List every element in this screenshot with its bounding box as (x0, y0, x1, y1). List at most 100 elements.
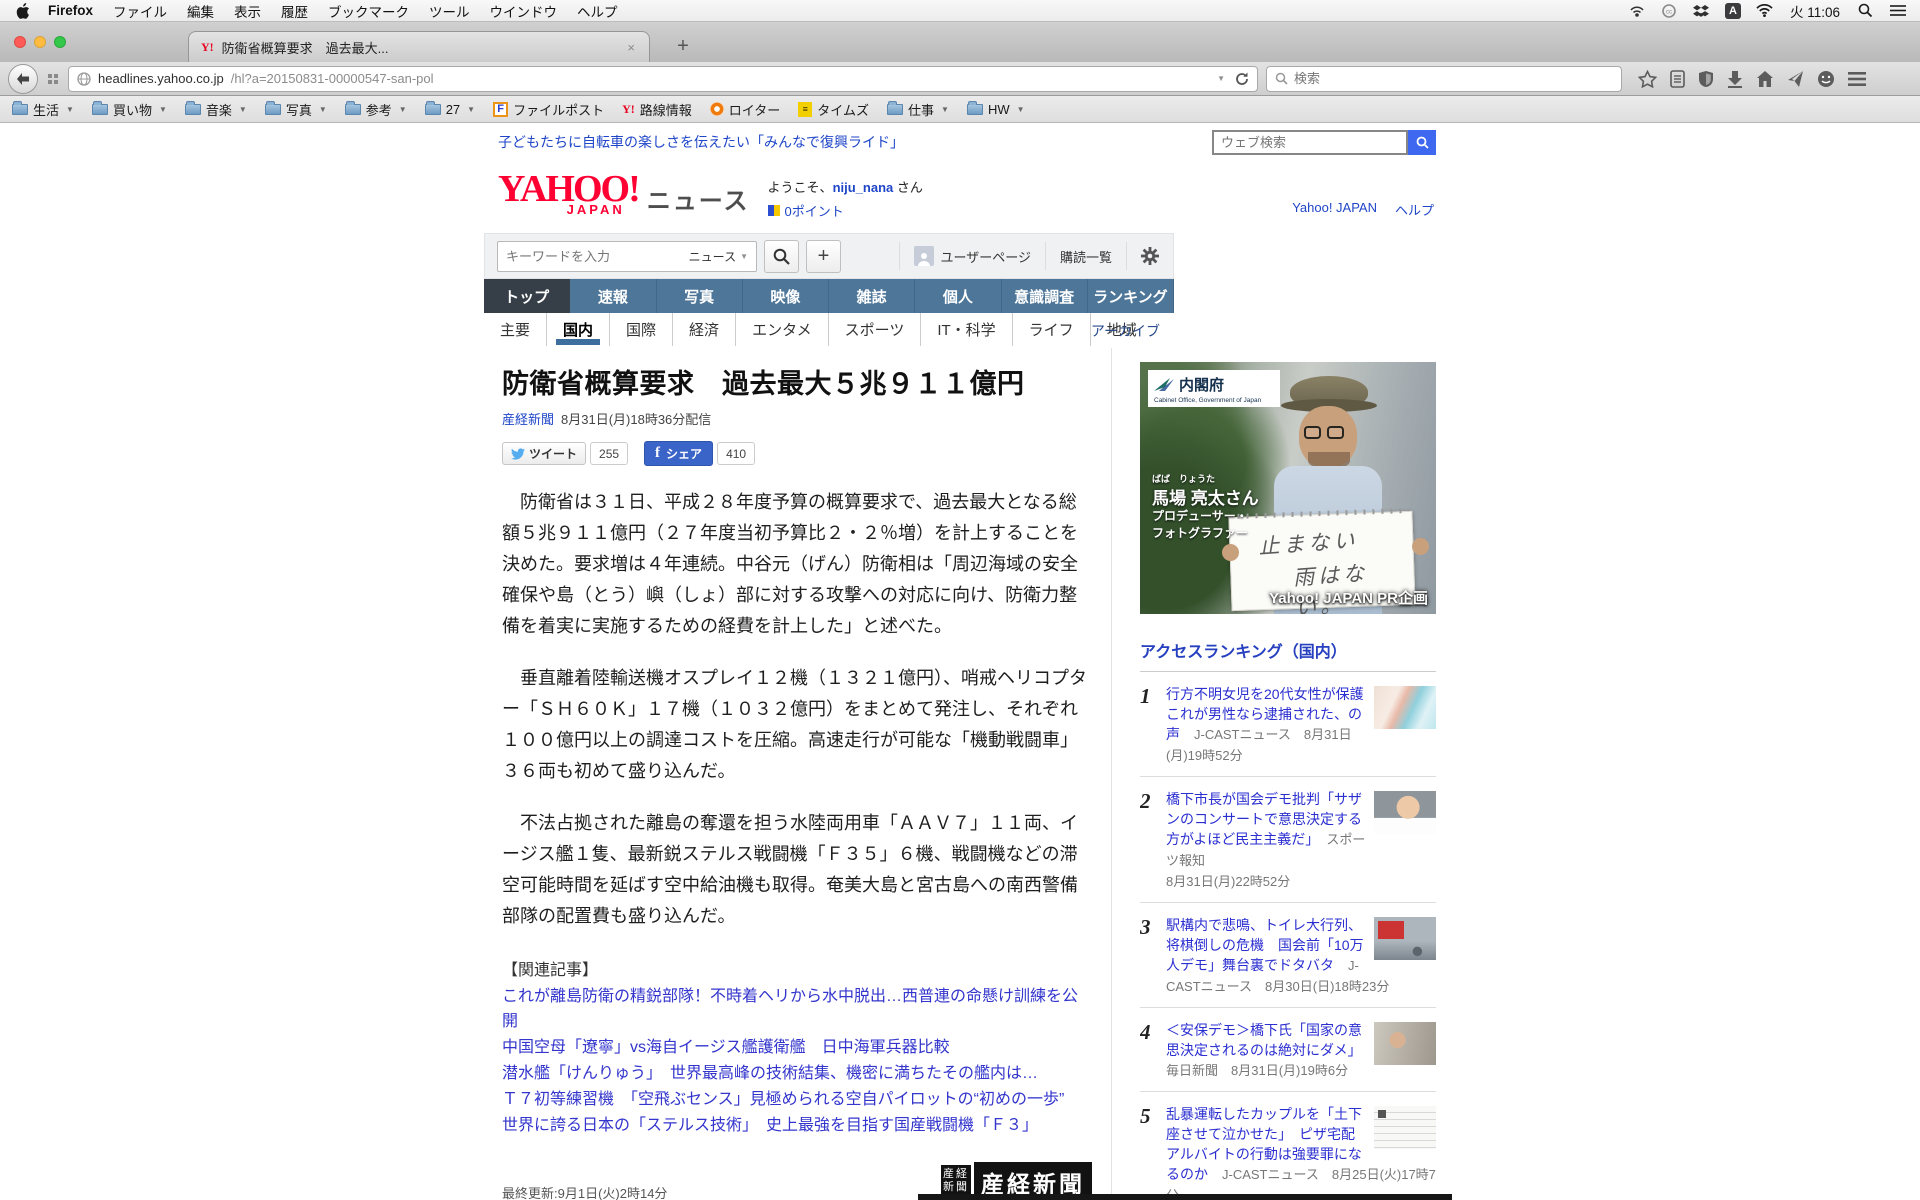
bookmark-times[interactable]: ≡タイムズ (798, 100, 869, 119)
bookmark-filepost[interactable]: Fファイルポスト (493, 100, 604, 119)
dropbox-icon[interactable] (1693, 3, 1710, 19)
reading-list-icon[interactable] (1670, 70, 1685, 88)
help-link[interactable]: ヘルプ (1395, 200, 1434, 219)
share-count[interactable]: 410 (717, 442, 755, 465)
url-dropdown-icon[interactable]: ▼ (1217, 74, 1225, 83)
home-icon[interactable] (1756, 70, 1774, 88)
tab-groups-icon[interactable] (48, 74, 58, 84)
new-tab-button[interactable]: + (668, 33, 698, 59)
yahoo-japan-link[interactable]: Yahoo! JAPAN (1292, 200, 1377, 219)
close-window-button[interactable] (14, 36, 26, 48)
bookmark-rosen-joho[interactable]: Y!路線情報 (622, 100, 692, 119)
user-page-button[interactable]: ユーザーページ (899, 242, 1045, 270)
tab-eizo[interactable]: 映像 (743, 279, 829, 313)
tweet-count[interactable]: 255 (590, 442, 628, 465)
source-link[interactable]: 産経新聞 (502, 412, 554, 427)
bookmark-folder-sanko[interactable]: 参考▼ (345, 100, 407, 119)
bookmark-folder-hw[interactable]: HW▼ (967, 102, 1025, 117)
username-link[interactable]: niju_nana (833, 180, 894, 195)
creative-cloud-icon[interactable]: cc (1661, 3, 1678, 19)
related-link[interactable]: Ｔ７初等練習機 「空飛ぶセンス」見極められる空自パイロットの“初めの一歩” (502, 1087, 1092, 1112)
subnav-entame[interactable]: エンタメ (736, 313, 829, 346)
shield-icon[interactable] (1698, 70, 1714, 88)
add-keyword-button[interactable]: + (806, 240, 841, 273)
notification-center-icon[interactable] (1889, 3, 1906, 19)
settings-button[interactable] (1126, 242, 1173, 270)
web-search-input[interactable] (1212, 130, 1408, 155)
downloads-icon[interactable] (1727, 70, 1743, 88)
menu-window[interactable]: ウインドウ (480, 1, 568, 21)
bookmark-folder-shashin[interactable]: 写真▼ (265, 100, 327, 119)
menu-edit[interactable]: 編集 (177, 1, 224, 21)
menu-file[interactable]: ファイル (103, 1, 177, 21)
bookmark-reuters[interactable]: ロイター (710, 100, 780, 119)
menu-bookmarks[interactable]: ブックマーク (318, 1, 419, 21)
news-search-button[interactable] (764, 240, 799, 273)
cabinet-office-ad[interactable]: 止まない 雨はない。 内閣府 Cabinet Office, Governmen… (1140, 362, 1436, 614)
zoom-window-button[interactable] (54, 36, 66, 48)
related-link[interactable]: 世界に誇る日本の「ステルス技術」 史上最強を目指す国産戦闘機「Ｆ３」 (502, 1113, 1092, 1138)
archive-link[interactable]: アーカイブ (1091, 321, 1160, 341)
subnav-life[interactable]: ライフ (1013, 313, 1091, 346)
tab-zasshi[interactable]: 雑誌 (829, 279, 915, 313)
menubar-clock[interactable]: 火 11:06 (1788, 1, 1842, 21)
tab-close-icon[interactable]: × (625, 40, 637, 55)
thumbnail-image[interactable] (1374, 791, 1436, 834)
tab-kojin[interactable]: 個人 (915, 279, 1001, 313)
subnav-sports[interactable]: スポーツ (829, 313, 922, 346)
hotspot-icon[interactable] (1629, 3, 1646, 19)
tab-ranking[interactable]: ランキング (1088, 279, 1174, 313)
input-method-icon[interactable]: A (1725, 3, 1741, 19)
tab-ishikichosa[interactable]: 意識調査 (1002, 279, 1088, 313)
facebook-share-button[interactable]: f シェア (644, 441, 713, 466)
menu-tools[interactable]: ツール (419, 1, 480, 21)
spotlight-icon[interactable] (1857, 3, 1874, 19)
browser-tab[interactable]: Y! 防衛省概算要求 過去最大... × (188, 31, 650, 62)
tab-top[interactable]: トップ (484, 279, 570, 313)
bookmark-star-icon[interactable] (1638, 70, 1657, 88)
ranking-link[interactable]: ＜安保デモ＞橋下氏「国家の意思決定されるのは絶対にダメ」 (1166, 1022, 1362, 1058)
thumbnail-image[interactable] (1374, 1022, 1436, 1065)
menu-hamburger-icon[interactable] (1848, 71, 1866, 87)
promo-text-ad-link[interactable]: 子どもたちに自転車の楽しさを伝えたい「みんなで復興ライド」 (498, 134, 904, 150)
points-link[interactable]: 0ポイント (785, 201, 844, 220)
related-link[interactable]: これが離島防衛の精鋭部隊！不時着ヘリから水中脱出…西普連の命懸け訓練を公開 (502, 984, 1092, 1034)
bookmark-folder-ongaku[interactable]: 音楽▼ (185, 100, 247, 119)
minimize-window-button[interactable] (34, 36, 46, 48)
thumbnail-image[interactable] (1374, 917, 1436, 960)
yahoo-japan-logo[interactable]: YAHOO! JAPAN (498, 171, 639, 216)
subscriptions-button[interactable]: 購読一覧 (1045, 242, 1126, 270)
subnav-it-kagaku[interactable]: IT・科学 (921, 313, 1012, 346)
feedback-smiley-icon[interactable] (1817, 70, 1835, 88)
thumbnail-image[interactable] (1374, 686, 1436, 729)
reload-icon[interactable] (1235, 72, 1249, 86)
ranking-link[interactable]: 駅構内で悲鳴、トイレ大行列、将棋倒しの危機 国会前「10万人デモ」舞台裏でドタバ… (1166, 917, 1364, 973)
menu-firefox[interactable]: Firefox (38, 3, 103, 18)
menu-view[interactable]: 表示 (224, 1, 271, 21)
browser-search-input[interactable] (1294, 71, 1613, 86)
share-plane-icon[interactable] (1787, 70, 1804, 88)
news-search-box[interactable]: ニュース▼ (497, 241, 757, 272)
search-scope-dropdown[interactable]: ニュース▼ (683, 248, 748, 265)
tab-sokuho[interactable]: 速報 (570, 279, 656, 313)
tab-shashin[interactable]: 写真 (657, 279, 743, 313)
bookmark-folder-shigoto[interactable]: 仕事▼ (887, 100, 949, 119)
back-button[interactable] (8, 64, 38, 94)
wifi-icon[interactable] (1756, 3, 1773, 19)
menu-history[interactable]: 履歴 (271, 1, 318, 21)
related-link[interactable]: 潜水艦「けんりゅう」 世界最高峰の技術結集、機密に満ちたその艦内は… (502, 1061, 1092, 1086)
subnav-kokunai[interactable]: 国内 (547, 313, 610, 346)
bookmark-folder-seikatsu[interactable]: 生活▼ (12, 100, 74, 119)
news-search-input[interactable] (506, 249, 683, 264)
subnav-keizai[interactable]: 経済 (673, 313, 736, 346)
menu-help[interactable]: ヘルプ (567, 1, 628, 21)
bookmark-folder-27[interactable]: 27▼ (425, 102, 475, 117)
browser-search-box[interactable] (1266, 66, 1622, 92)
apple-menu[interactable] (14, 3, 38, 19)
thumbnail-image[interactable] (1374, 1106, 1436, 1149)
tweet-button[interactable]: ツイート (502, 442, 586, 465)
web-search-button[interactable] (1408, 130, 1436, 155)
subnav-shuyo[interactable]: 主要 (484, 313, 547, 346)
related-link[interactable]: 中国空母「遼寧」vs海自イージス艦護衛艦 日中海軍兵器比較 (502, 1035, 1092, 1060)
subnav-kokusai[interactable]: 国際 (610, 313, 673, 346)
